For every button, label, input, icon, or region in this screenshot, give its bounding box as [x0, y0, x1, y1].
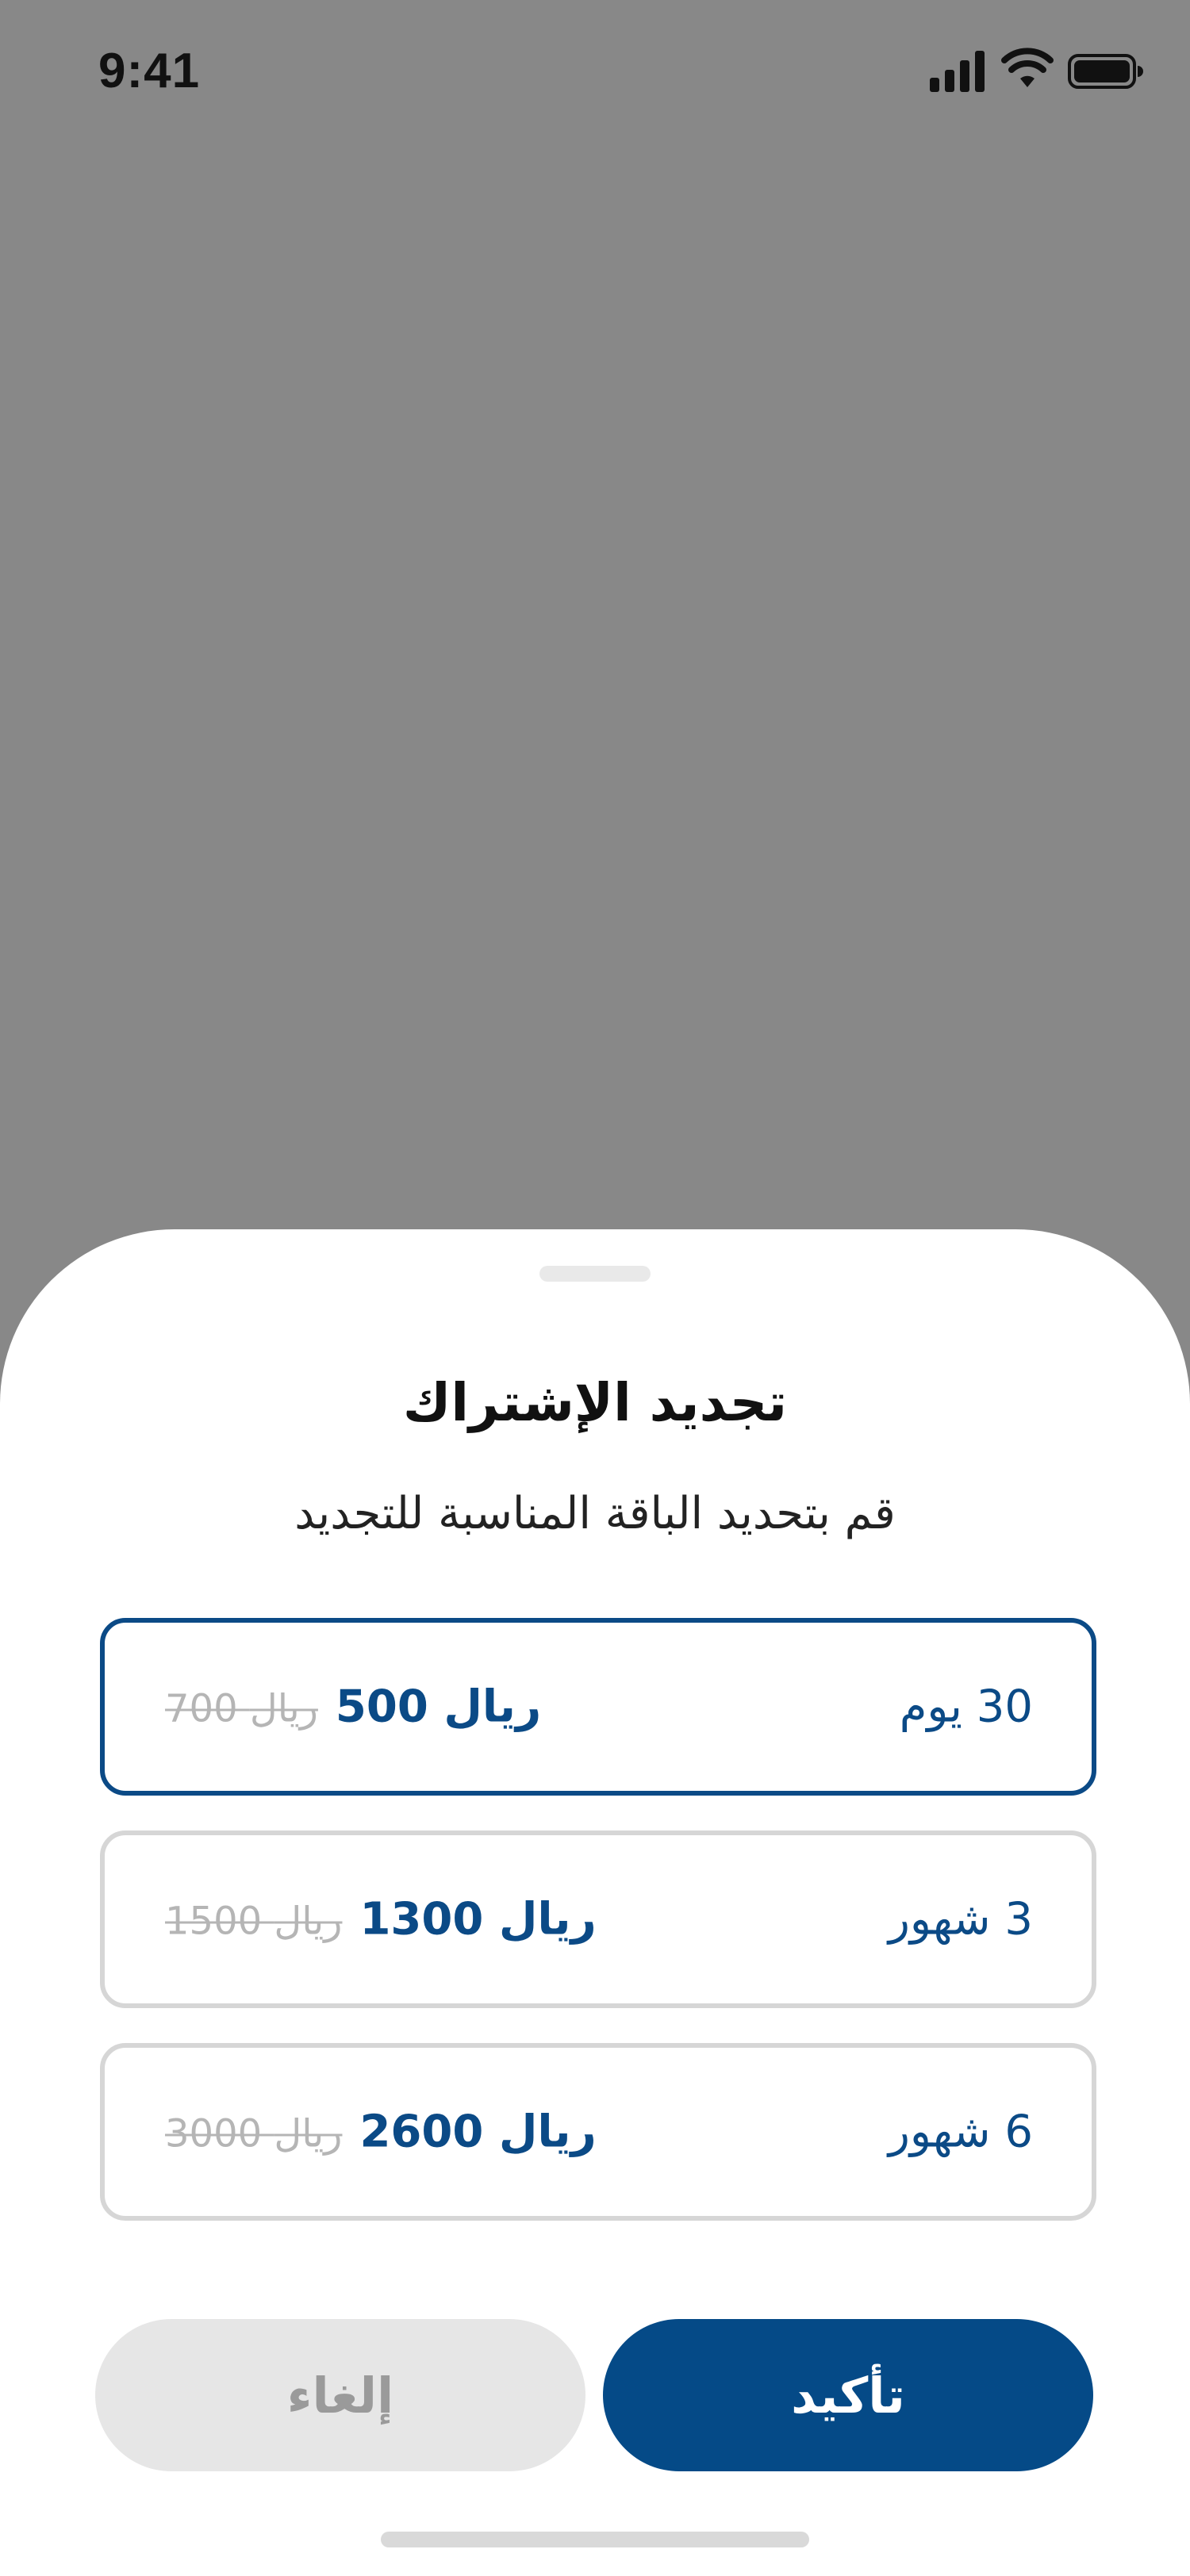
sheet-title: تجديد الإشتراك [402, 1372, 788, 1433]
cancel-button[interactable]: إلغاء [95, 2319, 585, 2471]
new-price: 500 ريال [335, 1681, 542, 1733]
battery-icon [1068, 54, 1143, 89]
plan-duration: 6 شهور [888, 2106, 1033, 2158]
plan-option-30-days[interactable]: 700 ريال 500 ريال 30 يوم [100, 1618, 1096, 1796]
plan-price: 700 ريال 500 ريال [165, 1681, 541, 1733]
new-price: 2600 ريال [359, 2106, 597, 2158]
status-time: 9:41 [98, 44, 201, 98]
plan-option-3-months[interactable]: 1500 ريال 1300 ريال 3 شهور [100, 1830, 1096, 2008]
renewal-bottom-sheet: تجديد الإشتراك قم بتحديد الباقة المناسبة… [0, 1229, 1190, 2576]
old-price: 700 ريال [165, 1686, 318, 1731]
home-indicator[interactable] [381, 2532, 809, 2547]
plan-duration: 30 يوم [899, 1681, 1033, 1733]
status-icons [930, 48, 1144, 95]
wifi-icon [1001, 48, 1054, 87]
plan-price: 3000 ريال 2600 ريال [165, 2106, 597, 2158]
sheet-subtitle: قم بتحديد الباقة المناسبة للتجديد [294, 1488, 896, 1539]
confirm-button[interactable]: تأكيد [603, 2319, 1093, 2471]
plan-price: 1500 ريال 1300 ريال [165, 1894, 597, 1945]
status-bar: 9:41 [0, 0, 1190, 143]
old-price: 3000 ريال [165, 2111, 343, 2156]
plan-duration: 3 شهور [888, 1893, 1033, 1945]
signal-icon [930, 51, 985, 92]
plan-option-6-months[interactable]: 3000 ريال 2600 ريال 6 شهور [100, 2043, 1096, 2221]
sheet-drag-handle[interactable] [539, 1266, 651, 1282]
old-price: 1500 ريال [165, 1899, 343, 1944]
new-price: 1300 ريال [359, 1893, 597, 1945]
plan-options: 700 ريال 500 ريال 30 يوم 1500 ريال 1300 … [100, 1618, 1096, 2256]
